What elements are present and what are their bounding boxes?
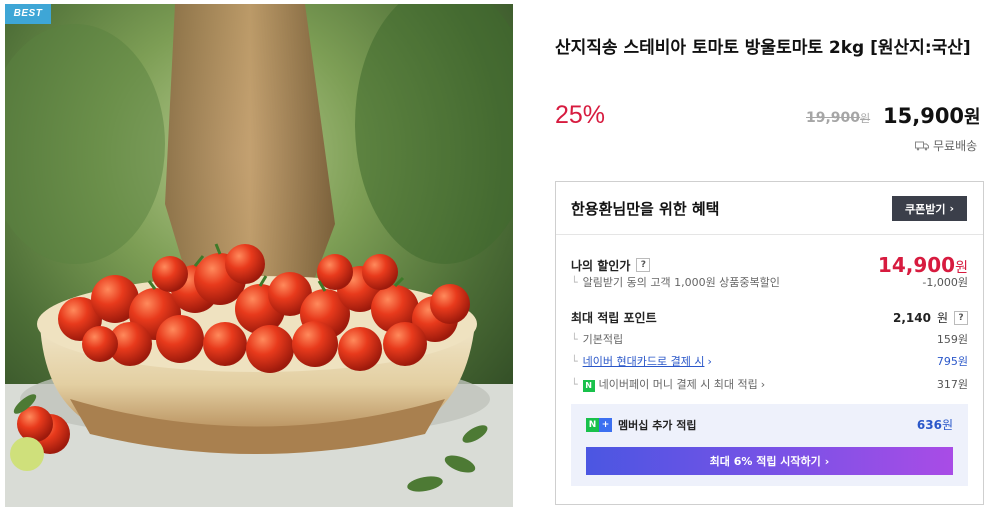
tomato-basket-illustration xyxy=(5,4,513,507)
tree-connector: └ xyxy=(571,378,578,391)
chevron-right-icon: › xyxy=(949,202,955,215)
chevron-right-icon: › xyxy=(707,355,712,368)
tree-connector: └ xyxy=(571,333,578,346)
point-basic-amount: 159원 xyxy=(936,333,968,346)
alarm-discount-amount: -1,000원 xyxy=(922,276,968,289)
tree-connector: └ xyxy=(571,355,578,368)
sale-price-unit: 원 xyxy=(964,107,981,128)
original-price: 19,900원 xyxy=(806,110,870,126)
chevron-right-icon: › xyxy=(824,454,830,468)
point-row: 최대 적립 포인트 2,140 원? xyxy=(571,309,968,326)
product-image xyxy=(5,4,513,507)
truck-icon xyxy=(915,141,929,151)
membership-amount-value: 636 xyxy=(916,418,942,432)
shipping-info: 무료배송 xyxy=(915,137,977,154)
npay-point-label[interactable]: 네이버페이 머니 결제 시 최대 적립 xyxy=(599,378,758,391)
best-badge: BEST xyxy=(5,4,51,24)
point-total-unit: 원 xyxy=(936,311,948,325)
sale-price-value: 15,900 xyxy=(883,104,965,128)
membership-section: N + 멤버십 추가 적립 636원 최대 6% 적립 시작하기 › xyxy=(571,404,968,486)
point-label: 최대 적립 포인트 xyxy=(571,311,657,325)
membership-amount: 636원 xyxy=(917,416,953,433)
discount-rate: 25% xyxy=(555,101,606,129)
help-icon[interactable]: ? xyxy=(954,310,968,325)
membership-start-button[interactable]: 최대 6% 적립 시작하기 › xyxy=(586,447,953,475)
point-total-value: 2,140 xyxy=(892,310,931,325)
point-card-row: └ 네이버 현대카드로 결제 시 › 795원 xyxy=(571,353,968,369)
membership-amount-unit: 원 xyxy=(941,418,953,432)
point-npay-row: └ N 네이버페이 머니 결제 시 최대 적립 › 317원 xyxy=(571,376,968,392)
benefit-title: 한용환님만을 위한 혜택 xyxy=(571,200,720,218)
point-basic-row: └ 기본적립 159원 xyxy=(571,331,968,347)
alarm-discount-label: 알림받기 동의 고객 1,000원 상품중복할인 xyxy=(582,276,780,289)
coupon-download-button[interactable]: 쿠폰받기 › xyxy=(892,196,967,221)
product-title: 산지직송 스테비아 토마토 방울토마토 2kg [원산지:국산] xyxy=(555,38,971,58)
coupon-button-label: 쿠폰받기 xyxy=(904,202,946,216)
chevron-right-icon: › xyxy=(760,378,766,391)
alarm-discount-row: └ 알림받기 동의 고객 1,000원 상품중복할인 -1,000원 xyxy=(571,274,968,290)
product-info: 산지직송 스테비아 토마토 방울토마토 2kg [원산지:국산] 25% 19,… xyxy=(555,0,995,511)
point-npay-amount: 317원 xyxy=(936,378,968,391)
point-basic-label: 기본적립 xyxy=(582,333,624,346)
shipping-label: 무료배송 xyxy=(933,139,978,153)
npay-icon: N xyxy=(582,379,595,392)
my-price-label: 나의 할인가 xyxy=(571,258,631,273)
membership-label: 멤버십 추가 적립 xyxy=(618,418,697,432)
point-total: 2,140 원? xyxy=(893,309,968,326)
benefit-header: 한용환님만을 위한 혜택 쿠폰받기 › xyxy=(556,182,983,235)
tree-connector: └ xyxy=(571,276,578,289)
sale-price: 15,900원 xyxy=(883,103,981,129)
membership-start-label: 최대 6% 적립 시작하기 xyxy=(709,455,821,468)
original-price-value: 19,900 xyxy=(806,110,861,126)
hyundai-card-link[interactable]: 네이버 현대카드로 결제 시 xyxy=(583,355,705,368)
membership-row: N + 멤버십 추가 적립 636원 xyxy=(586,416,953,433)
benefit-box: 한용환님만을 위한 혜택 쿠폰받기 › 나의 할인가? 14,900원 └ 알림받… xyxy=(555,181,984,505)
point-card-amount: 795원 xyxy=(936,355,968,368)
original-price-unit: 원 xyxy=(860,112,871,125)
help-icon[interactable]: ? xyxy=(636,258,651,272)
naver-plus-icon: N + xyxy=(586,417,612,432)
